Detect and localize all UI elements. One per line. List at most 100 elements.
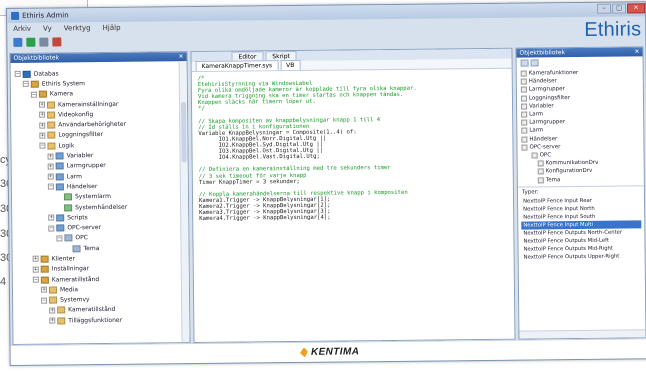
left-panel-title: Objektbibliotek xyxy=(13,54,60,62)
expand-toggle-icon[interactable]: − xyxy=(48,225,55,232)
minimize-button[interactable]: – xyxy=(596,3,612,14)
open-icon[interactable] xyxy=(26,37,36,47)
tree-node-label: Tema xyxy=(83,244,100,252)
folder-icon xyxy=(531,152,538,159)
folder-icon xyxy=(40,276,49,284)
expand-toggle-icon[interactable]: + xyxy=(47,163,54,170)
folder-icon xyxy=(521,111,528,118)
folder-icon xyxy=(520,87,527,94)
tree-node-label: Systemlarm xyxy=(74,193,111,201)
folder-icon xyxy=(57,306,66,314)
expand-toggle-icon[interactable]: + xyxy=(32,266,39,273)
brand-logo: Ethiris xyxy=(584,18,642,41)
expand-toggle-icon[interactable]: + xyxy=(38,101,46,108)
menu-item-file[interactable]: Arkiv xyxy=(13,25,31,33)
menu-item-view[interactable]: Vy xyxy=(43,25,52,33)
folder-icon xyxy=(47,121,56,129)
tree-node-label: Loggningsfilter xyxy=(58,131,104,139)
workspace: Objektbibliotek ✕ − Databas − Ethiris Syste… xyxy=(9,46,646,345)
folder-icon xyxy=(55,173,64,181)
expand-toggle-icon[interactable]: + xyxy=(47,173,54,180)
library-node[interactable]: Tema xyxy=(522,175,640,184)
library-node-label: Loggningsfilter xyxy=(528,94,570,102)
scrollbar-thumb[interactable] xyxy=(180,102,187,163)
folder-icon xyxy=(46,101,56,109)
folder-icon xyxy=(55,183,64,191)
library-node-label: Kamerafunktioner xyxy=(528,70,579,77)
library-node-label: KonfigurationDrv xyxy=(545,168,593,175)
expand-toggle-icon[interactable]: − xyxy=(32,276,39,283)
folder-icon xyxy=(64,234,73,242)
object-tree: − Databas − Ethiris System − Kamera + Kamerains… xyxy=(11,61,190,332)
expand-toggle-icon[interactable]: + xyxy=(49,317,56,324)
tree-node-label: Inställningar xyxy=(51,265,90,273)
expand-toggle-icon[interactable]: − xyxy=(56,235,63,242)
expand-toggle-icon[interactable]: − xyxy=(30,91,37,98)
right-scrollbar[interactable] xyxy=(519,329,646,339)
tree-node-label: Kamerainställningar xyxy=(57,100,119,108)
tree-node-label: Media xyxy=(59,286,79,294)
tree-node-label: Databas xyxy=(33,70,59,78)
window-title: Ethiris Admin xyxy=(22,11,69,20)
menu-item-help[interactable]: Hjälp xyxy=(103,24,121,32)
folder-icon xyxy=(47,142,56,150)
library-node-label: Larmgrupper xyxy=(529,119,566,126)
close-icon[interactable]: ✕ xyxy=(178,52,186,61)
folder-icon xyxy=(537,168,544,175)
folder-icon xyxy=(30,80,39,88)
tree-node-label: OPC-server xyxy=(67,224,102,232)
tree-node-label: Ethiris System xyxy=(41,80,85,88)
maximize-button[interactable]: □ xyxy=(611,3,627,14)
kentima-logo-icon xyxy=(300,347,308,357)
new-icon[interactable] xyxy=(13,37,23,47)
kentima-logo-text: KENTIMA xyxy=(310,346,360,358)
menu-item-tools[interactable]: Verktyg xyxy=(64,24,91,32)
filter-icon[interactable] xyxy=(520,59,529,67)
background-text-fragment: 4 xyxy=(0,276,7,288)
library-node-label: Händelser xyxy=(529,135,558,143)
folder-icon xyxy=(38,90,47,98)
expand-toggle-icon[interactable]: − xyxy=(22,81,29,88)
expand-toggle-icon[interactable]: + xyxy=(48,214,55,221)
library-node-label: OPC-server xyxy=(529,143,561,151)
library-node-label: OPC xyxy=(539,152,552,159)
expand-toggle-icon[interactable]: + xyxy=(39,111,46,118)
folder-icon xyxy=(521,119,528,126)
right-panel-title: Objektbibliotek xyxy=(519,49,566,57)
close-button[interactable]: ✕ xyxy=(626,3,646,14)
tree-node-label: Larmgrupper xyxy=(66,162,106,170)
tab-file[interactable]: KameraKnappTimer.sys xyxy=(195,60,279,72)
folder-icon xyxy=(63,193,73,201)
library-node-label: KommunikationDrv xyxy=(545,159,599,167)
tab-language[interactable]: VB xyxy=(280,59,301,71)
page: cy 30 30 30 30 4 Ethiris Admin – □ ✕ Ark… xyxy=(0,0,646,372)
expand-toggle-icon[interactable]: + xyxy=(39,122,46,129)
left-scrollbar[interactable] xyxy=(178,62,190,343)
left-panel: Objektbibliotek ✕ − Databas − Ethiris Syste… xyxy=(9,51,191,345)
close-icon[interactable]: ✕ xyxy=(634,47,642,56)
tree-node-label: Scripts xyxy=(67,213,88,222)
expand-toggle-icon[interactable]: − xyxy=(14,70,21,78)
expand-toggle-icon[interactable]: − xyxy=(47,183,54,190)
expand-toggle-icon[interactable]: + xyxy=(32,256,39,263)
folder-icon xyxy=(520,70,527,77)
expand-toggle-icon[interactable]: + xyxy=(40,286,47,294)
window-controls: – □ ✕ xyxy=(596,3,646,16)
library-node-label: Tema xyxy=(545,176,561,183)
tree-node[interactable]: + Tilläggsfunktioner xyxy=(17,314,185,326)
folder-icon xyxy=(537,160,544,167)
library-node-label: Variabler xyxy=(529,103,554,110)
expand-toggle-icon[interactable]: + xyxy=(47,153,54,160)
type-item[interactable]: NexttoIP Fence Outputs Upper-Right xyxy=(522,253,642,262)
sort-icon[interactable] xyxy=(530,59,539,67)
save-icon[interactable] xyxy=(39,37,49,47)
tree-node-label: OPC xyxy=(75,234,88,242)
expand-toggle-icon[interactable]: + xyxy=(39,132,46,139)
undo-icon[interactable] xyxy=(52,36,62,47)
code-editor[interactable]: /* EtehirisStyrnning via WindowsLabel Fyra… xyxy=(192,69,514,227)
library-node-label: Larm xyxy=(529,111,544,118)
expand-toggle-icon[interactable]: + xyxy=(49,307,56,314)
folder-icon xyxy=(55,162,64,170)
expand-toggle-icon[interactable]: − xyxy=(39,142,46,149)
expand-toggle-icon[interactable]: − xyxy=(41,297,48,304)
